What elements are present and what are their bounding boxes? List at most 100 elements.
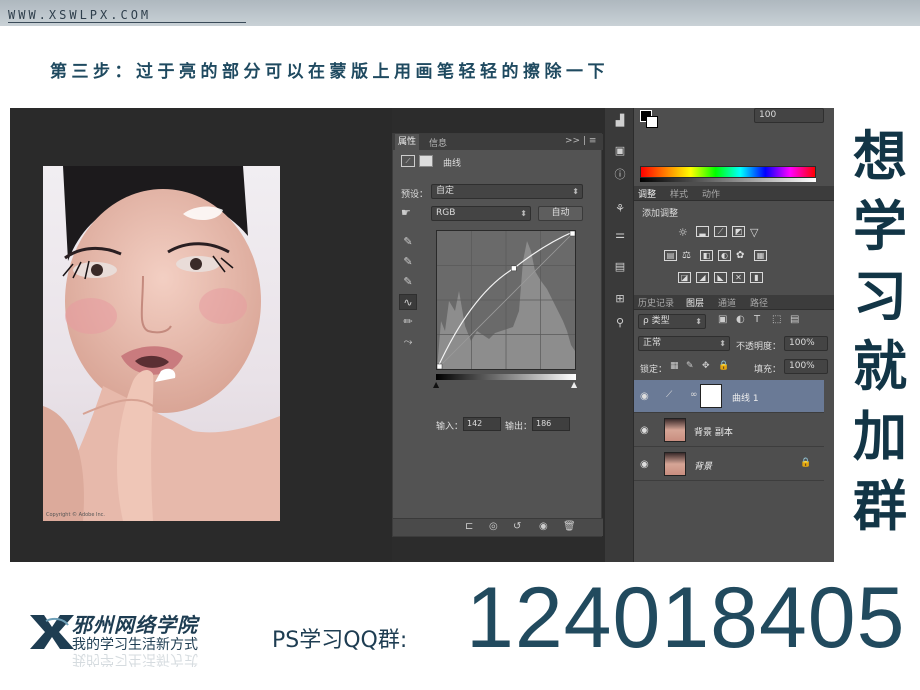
- lock-icon: 🔒: [800, 458, 812, 468]
- eye-icon[interactable]: ◉: [640, 425, 649, 436]
- color-value-field[interactable]: 100: [754, 108, 824, 123]
- opacity-value: 100%: [789, 338, 815, 348]
- gradient-map-icon[interactable]: ▮: [750, 272, 763, 283]
- filter-pixel-icon[interactable]: ▣: [718, 314, 727, 325]
- output-label: 输出：: [505, 422, 533, 432]
- actions-icon[interactable]: ⚲: [609, 314, 631, 332]
- channel-dropdown[interactable]: RGB ⬍: [431, 206, 531, 221]
- eyedropper-white-icon[interactable]: ✎: [399, 274, 417, 290]
- lock-transparent-icon[interactable]: ▦: [670, 361, 679, 371]
- selective-color-icon[interactable]: ✕: [732, 272, 745, 283]
- qq-group-label: PS学习QQ群:: [272, 628, 408, 653]
- adjustment-name: 曲线: [443, 159, 462, 169]
- visibility-icon[interactable]: ◉: [539, 521, 548, 532]
- eyedropper-gray-icon[interactable]: ✎: [399, 254, 417, 270]
- dropdown-arrow-icon: ⬍: [520, 209, 527, 218]
- qq-group-number: 124018405: [466, 570, 906, 666]
- preset-value: 自定: [436, 186, 455, 196]
- color-balance-icon[interactable]: ⚖: [682, 250, 691, 261]
- curve-black-point[interactable]: [436, 363, 443, 370]
- eye-icon[interactable]: ◉: [640, 459, 649, 470]
- threshold-icon[interactable]: ◣: [714, 272, 727, 283]
- black-white-icon[interactable]: ◧: [700, 250, 713, 261]
- reset-icon[interactable]: ↺: [513, 521, 521, 532]
- tab-layers[interactable]: 图层: [686, 296, 704, 309]
- mask-thumbnail[interactable]: [700, 384, 722, 408]
- background-color-swatch[interactable]: [646, 116, 658, 128]
- tab-adjustments[interactable]: 调整: [638, 187, 656, 200]
- opacity-field[interactable]: 100%: [784, 336, 828, 351]
- posterize-icon[interactable]: ◢: [696, 272, 709, 283]
- trash-icon[interactable]: 🗑: [563, 521, 576, 532]
- panel-menu-button[interactable]: >> | ≡: [565, 136, 596, 146]
- clip-to-layer-icon[interactable]: ⊏: [465, 521, 473, 532]
- navigator-icon[interactable]: ▣: [609, 142, 631, 160]
- filter-adjustment-icon[interactable]: ◐: [736, 314, 745, 325]
- tab-actions[interactable]: 动作: [702, 187, 720, 200]
- channel-mixer-icon[interactable]: ✿: [736, 250, 744, 261]
- curve-edit-points-icon[interactable]: ∿: [399, 294, 417, 310]
- pencil-draw-icon[interactable]: ✏: [399, 314, 417, 330]
- lock-image-icon[interactable]: ✎: [686, 361, 694, 371]
- curve-control-point[interactable]: [511, 265, 517, 272]
- input-value-field[interactable]: 142: [463, 417, 501, 431]
- filter-shape-icon[interactable]: ⬚: [772, 314, 781, 325]
- brush-presets-icon[interactable]: ⚘: [609, 200, 631, 218]
- vibrance-icon[interactable]: ▽: [750, 226, 758, 239]
- layer-mask-icon[interactable]: [419, 155, 433, 167]
- smooth-curve-icon[interactable]: ⤳: [399, 334, 417, 350]
- blend-mode-dropdown[interactable]: 正常 ⬍: [638, 336, 730, 351]
- eyedropper-black-icon[interactable]: ✎: [399, 234, 417, 250]
- tab-channels[interactable]: 通道: [718, 296, 736, 309]
- curves-graph[interactable]: [436, 230, 576, 370]
- lock-all-icon[interactable]: 🔒: [718, 361, 729, 371]
- layer-row-curves[interactable]: ◉ ⟋ ∞ 曲线 1: [634, 380, 824, 413]
- black-slider-icon[interactable]: ▲: [433, 380, 439, 389]
- white-slider-icon[interactable]: ▲: [571, 380, 577, 389]
- lock-position-icon[interactable]: ✥: [702, 361, 710, 371]
- filter-type-icon[interactable]: T: [754, 314, 760, 325]
- tab-properties[interactable]: 属性: [395, 134, 420, 150]
- histogram-icon[interactable]: ▟: [609, 112, 631, 130]
- tab-history[interactable]: 历史记录: [638, 296, 674, 309]
- layer-row-background-copy[interactable]: ◉ 背景 副本: [634, 414, 824, 447]
- target-adjustment-hand-icon[interactable]: ☛: [401, 206, 411, 219]
- document-canvas[interactable]: Copyright © Adobe Inc.: [10, 108, 392, 562]
- auto-button[interactable]: 自动: [538, 206, 583, 221]
- tab-info[interactable]: 信息: [429, 136, 447, 149]
- side-char: 想: [853, 125, 907, 188]
- color-spectrum-bar[interactable]: [640, 166, 816, 178]
- preset-label: 预设：: [401, 190, 429, 200]
- info-icon[interactable]: ⓘ: [609, 166, 631, 184]
- tab-styles[interactable]: 样式: [670, 187, 688, 200]
- school-slogan-reflection: 我的学习生活新方式: [72, 651, 198, 667]
- eye-icon[interactable]: ◉: [640, 391, 649, 402]
- preset-dropdown[interactable]: 自定 ⬍: [431, 184, 583, 199]
- fill-field[interactable]: 100%: [784, 359, 828, 374]
- levels-icon[interactable]: ▂: [696, 226, 709, 237]
- clone-source-icon[interactable]: ⊞: [609, 290, 631, 308]
- color-lookup-icon[interactable]: ▦: [754, 250, 767, 261]
- layer-thumbnail: [664, 452, 686, 476]
- tool-presets-icon[interactable]: ▤: [609, 258, 631, 276]
- brightness-icon[interactable]: ☼: [678, 226, 688, 239]
- curve-white-point[interactable]: [569, 230, 576, 237]
- fill-value: 100%: [789, 361, 815, 371]
- curves-icon[interactable]: ⟋: [714, 226, 727, 237]
- portrait-photo: Copyright © Adobe Inc.: [43, 166, 280, 521]
- view-previous-icon[interactable]: ◎: [489, 521, 498, 532]
- invert-icon[interactable]: ◪: [678, 272, 691, 283]
- grayscale-ramp[interactable]: [640, 178, 816, 182]
- hue-saturation-icon[interactable]: ▤: [664, 250, 677, 261]
- exposure-icon[interactable]: ◩: [732, 226, 745, 237]
- tab-paths[interactable]: 路径: [750, 296, 768, 309]
- side-char: 习: [853, 265, 907, 328]
- link-icon[interactable]: ∞: [690, 390, 698, 400]
- filter-smart-object-icon[interactable]: ▤: [790, 314, 799, 325]
- brush-icon[interactable]: ⚌: [609, 226, 631, 244]
- layer-filter-dropdown[interactable]: ρ 类型 ⬍: [638, 314, 706, 329]
- output-value-field[interactable]: 186: [532, 417, 570, 431]
- layer-row-background[interactable]: ◉ 背景 🔒: [634, 448, 824, 481]
- input-gradient-bar: [436, 374, 576, 380]
- photo-filter-icon[interactable]: ◐: [718, 250, 731, 261]
